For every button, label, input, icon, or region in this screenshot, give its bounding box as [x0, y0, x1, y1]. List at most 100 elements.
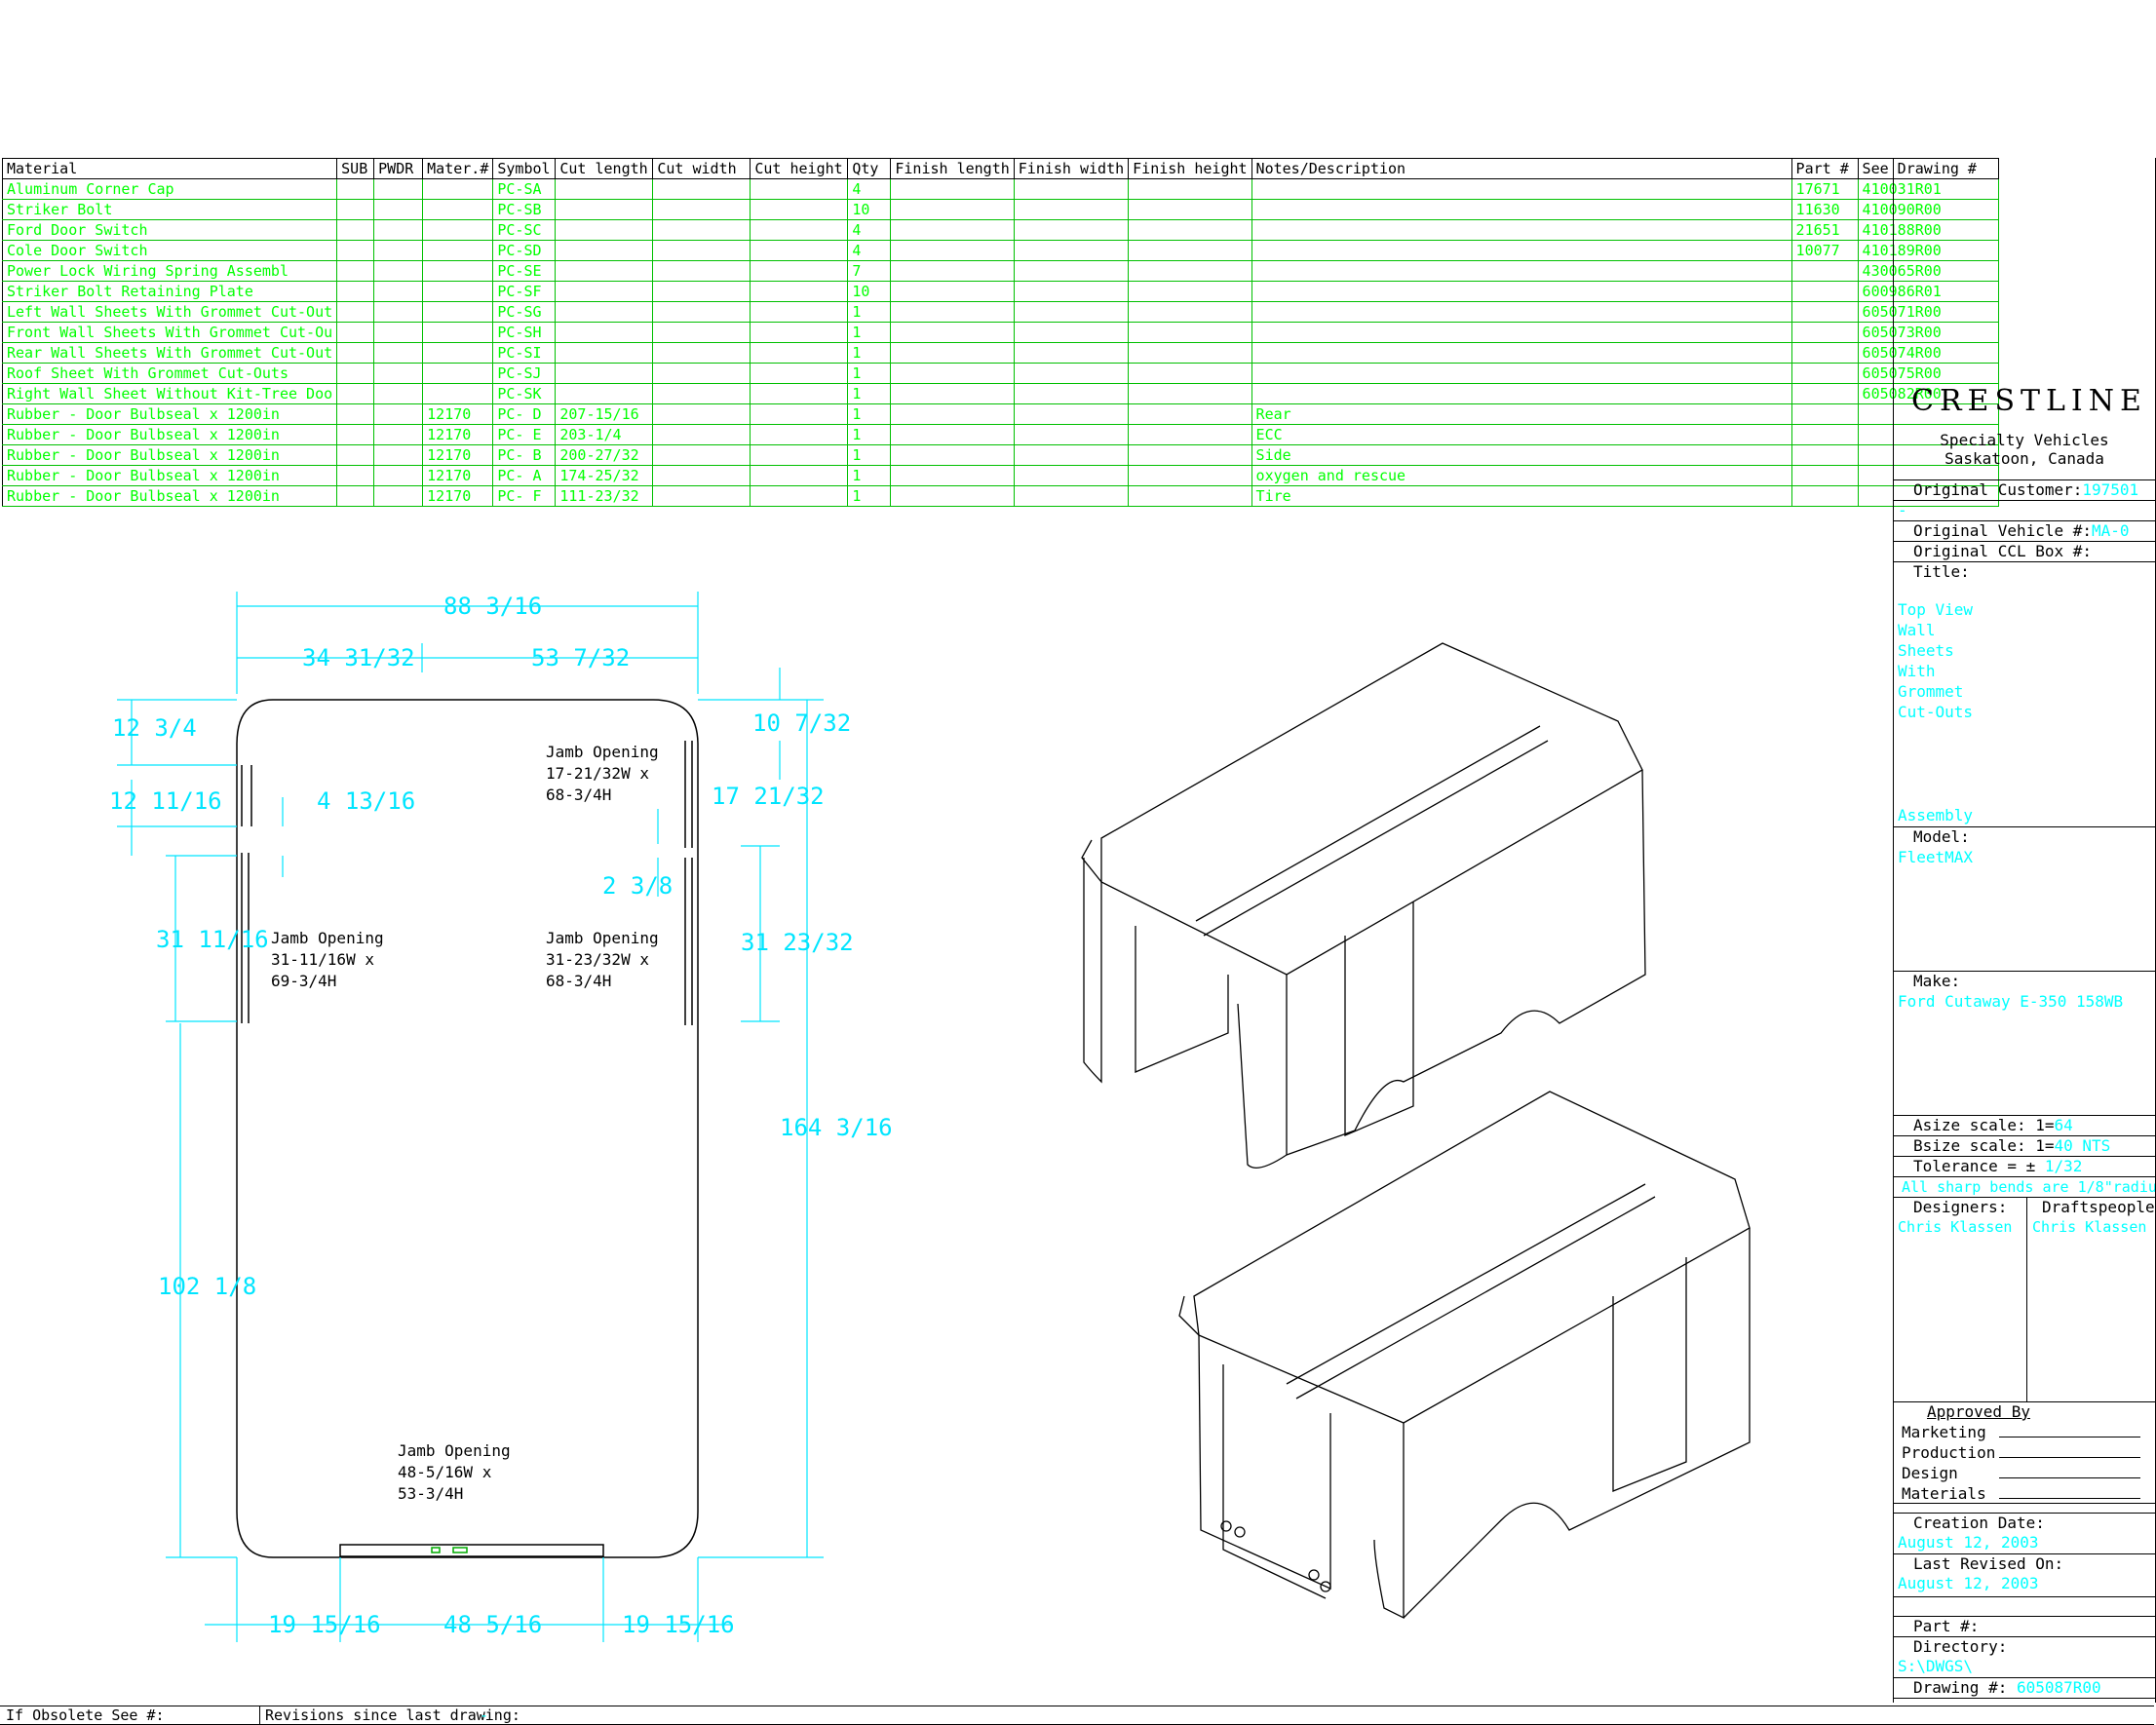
jamb-left-line3: 69-3/4H — [271, 972, 336, 990]
approval-label: Marketing — [1902, 1423, 1986, 1441]
approval-item: Production — [1902, 1442, 1995, 1463]
dim-right-small: 2 3/8 — [602, 872, 673, 900]
dim-right-seg: 53 7/32 — [531, 644, 630, 671]
wall-layout-outline — [236, 699, 699, 1558]
footer-bar: If Obsolete See #: Revisions since last … — [0, 1706, 2154, 1725]
title-line: Sheets — [1898, 641, 1954, 660]
dash-value: - — [1898, 501, 1907, 519]
approval-item: Marketing — [1902, 1422, 1995, 1442]
jamb-right-top-line1: Jamb Opening — [546, 743, 659, 761]
title-line: Cut-Outs — [1898, 703, 1974, 721]
drawing-canvas: 88 3/16 34 31/32 53 7/32 12 3/4 12 11/16… — [109, 592, 1751, 1642]
original-customer-value: 197501 — [2082, 480, 2139, 499]
designers-divider — [2026, 1197, 2027, 1401]
row-ccl-box: Original CCL Box #: — [1894, 541, 2155, 561]
title-block: CRESTLINE Specialty Vehicles Saskatoon, … — [1893, 158, 2156, 1703]
row-designers: Designers: Draftspeople: — [1894, 1197, 2156, 1217]
obsolete-label: If Obsolete See #: — [6, 1706, 165, 1724]
tolerance-label: Tolerance = ± — [1913, 1157, 2036, 1175]
approval-item: Materials — [1902, 1483, 1995, 1504]
title-line: Wall — [1898, 621, 1936, 639]
row-creation-date: Creation Date: — [1894, 1513, 2155, 1533]
row-make: Make: — [1894, 971, 2155, 991]
last-revised-value: August 12, 2003 — [1898, 1574, 2039, 1592]
directory-label: Directory: — [1913, 1637, 2008, 1656]
company-location: Saskatoon, Canada — [1944, 449, 2104, 468]
dim-bottom-right: 19 15/16 — [622, 1611, 735, 1638]
sign-line — [1999, 1498, 2140, 1499]
dimension-labels: 88 3/16 34 31/32 53 7/32 12 3/4 12 11/16… — [109, 593, 893, 1638]
model-value: FleetMAX — [1898, 848, 1974, 866]
sign-line — [1999, 1457, 2140, 1458]
make-value: Ford Cutaway E-350 158WB — [1898, 992, 2124, 1011]
title-label: Title: — [1913, 562, 1970, 581]
jamb-left-line1: Jamb Opening — [271, 929, 384, 947]
crestline-logo: CRESTLINE — [1911, 384, 2147, 418]
dim-left-mid: 31 11/16 — [156, 926, 269, 953]
dim-overall-width: 88 3/16 — [443, 593, 542, 620]
draftsperson-value: Chris Klassen — [2032, 1218, 2147, 1236]
assembly-label: Assembly — [1898, 806, 1974, 824]
approval-label: Production — [1902, 1443, 1996, 1462]
isometric-view-top — [1081, 642, 1646, 1169]
dim-right-door: 17 21/32 — [712, 783, 825, 810]
dim-left-door: 12 11/16 — [109, 787, 222, 815]
dim-left-low: 102 1/8 — [158, 1273, 256, 1300]
approved-by-label: Approved By — [1927, 1402, 2030, 1421]
row-part: Part #: — [1894, 1616, 2155, 1636]
dim-top-right: 10 7/32 — [752, 709, 851, 737]
jamb-right-mid-line1: Jamb Opening — [546, 929, 659, 947]
title-line: Grommet — [1898, 682, 1964, 701]
approval-item: Design — [1902, 1463, 1995, 1483]
last-revised-label: Last Revised On: — [1913, 1554, 2064, 1573]
asize-label: Asize scale: 1= — [1913, 1116, 2055, 1134]
jamb-right-mid-line2: 31-23/32W x — [546, 950, 649, 969]
sign-line — [1999, 1437, 2140, 1438]
dim-overall-height: 164 3/16 — [780, 1114, 893, 1141]
designers-label: Designers: — [1913, 1198, 2008, 1216]
title-value: Top View Wall Sheets With Grommet Cut-Ou… — [1898, 599, 1973, 722]
row-asize: Asize scale: 1=64 — [1894, 1115, 2155, 1135]
creation-date-label: Creation Date: — [1913, 1514, 2045, 1532]
asize-value: 64 — [2054, 1116, 2073, 1134]
revisions-value: - — [480, 1706, 489, 1724]
original-vehicle-label: Original Vehicle #: — [1913, 521, 2093, 540]
row-drawing-number: Drawing #: 605087R00 — [1894, 1677, 2155, 1698]
row-original-customer: Original Customer:197501 — [1894, 479, 2155, 500]
ccl-box-label: Original CCL Box #: — [1913, 542, 2093, 560]
company-name: Specialty Vehicles — [1940, 431, 2109, 449]
row-dash: - — [1894, 500, 2156, 520]
make-label: Make: — [1913, 972, 1961, 990]
jamb-notes: Jamb Opening 31-11/16W x 69-3/4H Jamb Op… — [271, 743, 659, 1503]
drawing-number-label: Drawing #: — [1913, 1678, 2008, 1697]
designer-value: Chris Klassen — [1898, 1218, 2013, 1236]
row-original-vehicle: Original Vehicle #:MA-0 — [1894, 520, 2155, 541]
jamb-bottom-line3: 53-3/4H — [398, 1484, 463, 1503]
jamb-right-top-line3: 68-3/4H — [546, 786, 611, 804]
creation-date-value: August 12, 2003 — [1898, 1533, 2039, 1552]
row-tolerance: Tolerance = ± 1/32 — [1894, 1156, 2155, 1176]
jamb-right-mid-line3: 68-3/4H — [546, 972, 611, 990]
approvals-list: Marketing Production Design Materials — [1902, 1422, 1995, 1504]
sign-line — [1999, 1477, 2140, 1478]
part-label: Part #: — [1913, 1617, 1980, 1635]
title-line: With — [1898, 662, 1936, 680]
original-customer-label: Original Customer: — [1913, 480, 2083, 499]
drawing-number-value: 605087R00 — [2016, 1678, 2101, 1697]
row-title: Title: — [1894, 561, 2155, 582]
title-line: Top View — [1898, 600, 1974, 619]
model-label: Model: — [1913, 827, 1970, 846]
jamb-left-line2: 31-11/16W x — [271, 950, 374, 969]
original-vehicle-value: MA-0 — [2092, 521, 2130, 540]
dim-left-seg: 34 31/32 — [302, 644, 415, 671]
row-bsize: Bsize scale: 1=40 NTS — [1894, 1135, 2155, 1156]
dim-left-small: 4 13/16 — [317, 787, 415, 815]
divider — [1894, 1596, 2155, 1597]
bsize-label: Bsize scale: 1= — [1913, 1136, 2055, 1155]
row-model: Model: — [1894, 826, 2155, 847]
bends-note: All sharp bends are 1/8"radius ID — [1894, 1176, 2155, 1197]
row-directory: Directory: — [1894, 1636, 2155, 1657]
jamb-bottom-line1: Jamb Opening — [398, 1441, 511, 1460]
row-approved-by: Approved By — [1894, 1401, 2155, 1422]
bsize-value: 40 NTS — [2054, 1136, 2111, 1155]
